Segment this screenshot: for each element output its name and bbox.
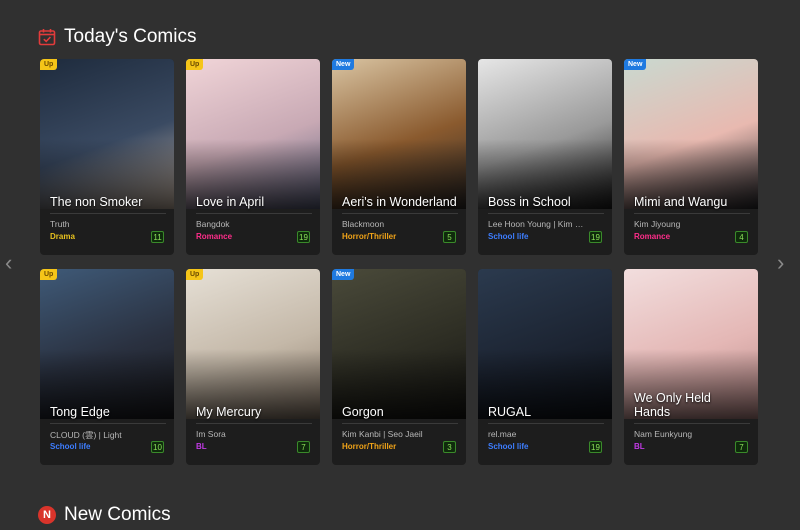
comic-author: Kim Kanbi | Seo Jaeil [342, 429, 423, 439]
episode-count-badge: 4 [735, 231, 748, 243]
divider [196, 423, 312, 424]
comic-genre: Romance [196, 232, 233, 241]
new-badge: New [624, 59, 647, 70]
section-header-today: Today's Comics [38, 26, 196, 48]
episode-count-badge: 7 [735, 441, 748, 453]
comic-genre: BL [634, 442, 645, 451]
comic-card[interactable]: Boss in School Lee Hoon Young | Kim Ui...… [478, 59, 612, 255]
up-badge: Up [40, 59, 58, 70]
comic-genre: BL [196, 442, 207, 451]
comic-cover-art [40, 269, 174, 419]
comic-card[interactable]: Up The non Smoker Truth Drama 11 [40, 59, 174, 255]
new-badge: New [332, 59, 355, 70]
comic-card[interactable]: New Mimi and Wangu Kim Jiyoung Romance 4 [624, 59, 758, 255]
section-title-today: Today's Comics [64, 26, 197, 47]
divider [342, 423, 458, 424]
comic-title: My Mercury [196, 405, 262, 419]
comic-title: RUGAL [488, 405, 532, 419]
comic-title: Gorgon [342, 405, 384, 419]
comic-author: Nam Eunkyung [634, 429, 693, 439]
comic-genre: School life [488, 442, 529, 451]
episode-count-badge: 19 [297, 231, 310, 243]
calendar-check-icon [38, 29, 56, 46]
comic-author: Kim Jiyoung [634, 219, 681, 229]
comic-grid: Up The non Smoker Truth Drama 11 Up Love in Ap… [40, 59, 758, 465]
comic-cover-art [478, 269, 612, 419]
new-n-icon: N [38, 506, 56, 524]
comic-author: Truth [50, 219, 70, 229]
episode-count-badge: 19 [589, 441, 602, 453]
episode-count-badge: 10 [151, 441, 164, 453]
comic-genre: Horror/Thriller [342, 442, 397, 451]
comic-title: Love in April [196, 195, 265, 209]
new-badge: New [332, 269, 355, 280]
divider [488, 213, 604, 214]
comic-genre: Drama [50, 232, 75, 241]
episode-count-badge: 7 [297, 441, 310, 453]
comic-cover-art [40, 59, 174, 209]
section-title-new: New Comics [64, 504, 171, 525]
comic-author: CLOUD (雲) | Light [50, 430, 122, 440]
comic-cover-art [478, 59, 612, 209]
comic-author: rel.mae [488, 429, 517, 439]
comic-card[interactable]: We Only Held Hands Nam Eunkyung BL 7 [624, 269, 758, 465]
episode-count-badge: 5 [443, 231, 456, 243]
comic-genre: Romance [634, 232, 671, 241]
comic-card[interactable]: New Gorgon Kim Kanbi | Seo Jaeil Horror/Thr… [332, 269, 466, 465]
comic-genre: School life [50, 442, 91, 451]
section-header-new: N New Comics [38, 504, 171, 526]
up-badge: Up [186, 59, 204, 70]
comic-cover-art [186, 59, 320, 209]
comic-title: Boss in School [488, 195, 571, 209]
comic-title: Tong Edge [50, 405, 110, 419]
divider [50, 213, 166, 214]
comic-title: Mimi and Wangu [634, 195, 728, 209]
comic-author: Lee Hoon Young | Kim Ui... [488, 219, 586, 229]
divider [634, 423, 750, 424]
comic-card[interactable]: New Aeri's in Wonderland Blackmoon Horror/T… [332, 59, 466, 255]
comic-cover-art [186, 269, 320, 419]
comic-title: We Only Held Hands [634, 391, 711, 419]
comic-cover-art [624, 59, 758, 209]
divider [50, 423, 166, 424]
comic-cover-art [332, 59, 466, 209]
comic-card[interactable]: Up Love in April Bangdok Romance 19 [186, 59, 320, 255]
comic-cover-art [332, 269, 466, 419]
up-badge: Up [40, 269, 58, 280]
comic-title: Aeri's in Wonderland [342, 195, 457, 209]
comic-author: Bangdok [196, 219, 230, 229]
up-badge: Up [186, 269, 204, 280]
comic-author: Blackmoon [342, 219, 385, 229]
divider [634, 213, 750, 214]
comic-author: Im Sora [196, 429, 226, 439]
divider [196, 213, 312, 214]
comic-title: The non Smoker [50, 195, 143, 209]
divider [488, 423, 604, 424]
episode-count-badge: 3 [443, 441, 456, 453]
comic-genre: Horror/Thriller [342, 232, 397, 241]
comic-card[interactable]: Up My Mercury Im Sora BL 7 [186, 269, 320, 465]
episode-count-badge: 11 [151, 231, 164, 243]
chevron-left-icon[interactable]: ‹ [5, 252, 19, 274]
comic-card[interactable]: Up Tong Edge CLOUD (雲) | Light School life 1… [40, 269, 174, 465]
comic-genre: School life [488, 232, 529, 241]
divider [342, 213, 458, 214]
chevron-right-icon[interactable]: › [777, 252, 791, 274]
episode-count-badge: 19 [589, 231, 602, 243]
comic-card[interactable]: RUGAL rel.mae School life 19 [478, 269, 612, 465]
